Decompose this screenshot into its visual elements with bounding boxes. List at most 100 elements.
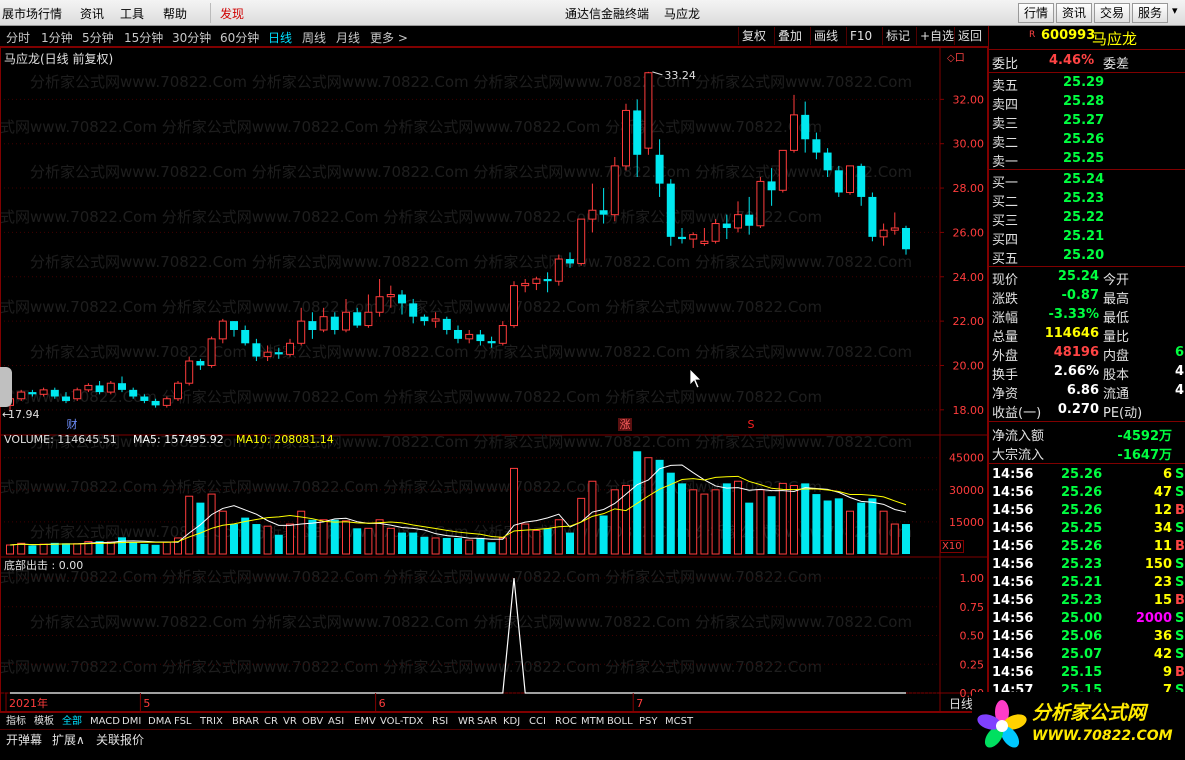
top-button-service[interactable]: 服务 xyxy=(1132,3,1169,23)
indicator-tab-指标[interactable]: 指标 xyxy=(4,714,28,729)
indicator-tab-vr[interactable]: VR xyxy=(281,714,299,729)
x10-label: X10 xyxy=(940,540,964,553)
f10-button[interactable]: F10 xyxy=(846,27,875,45)
volume-tick-label: 45000 xyxy=(949,452,984,465)
period-daily[interactable]: 日线 xyxy=(268,29,292,46)
flow-value: -1647万 xyxy=(1117,448,1172,463)
candle-body xyxy=(767,181,776,191)
ask-label: 卖四 xyxy=(992,98,1019,113)
menu-help[interactable]: 帮助 xyxy=(163,5,187,22)
tick-side: S xyxy=(1175,575,1185,590)
candle-body xyxy=(487,341,496,344)
expand-button[interactable]: 扩展∧ xyxy=(52,731,85,748)
watermark-text: 分析家公式网www.70822.Com 分析家公式网www.70822.Com … xyxy=(30,73,912,91)
draw-line-button[interactable]: 画线 xyxy=(810,27,841,45)
period-monthly[interactable]: 月线 xyxy=(336,29,360,46)
candle-body xyxy=(577,218,586,264)
tick-price: 25.26 xyxy=(1061,485,1103,500)
volume-bar xyxy=(151,544,160,554)
tick-price: 25.15 xyxy=(1061,665,1103,680)
volume-bar xyxy=(711,489,720,555)
kline-chart[interactable]: 分析家公式网www.70822.Com 分析家公式网www.70822.Com … xyxy=(0,47,988,712)
top-button-quote[interactable]: 行情 xyxy=(1018,3,1055,23)
tick-price: 25.07 xyxy=(1061,647,1103,662)
indicator-tab-vol-tdx[interactable]: VOL-TDX xyxy=(378,714,425,729)
indicator-tab-cr[interactable]: CR xyxy=(262,714,280,729)
candle-body xyxy=(454,329,462,339)
period-more[interactable]: 更多 > xyxy=(370,29,408,46)
volume-bar xyxy=(722,483,731,554)
indicator-tab-boll[interactable]: BOLL xyxy=(605,714,635,729)
related-quote-button[interactable]: 关联报价 xyxy=(96,731,144,748)
watermark-text: 分析家公式网www.70822.Com 分析家公式网www.70822.Com … xyxy=(30,253,912,271)
tick-time: 14:56 xyxy=(992,647,1034,662)
period-60min[interactable]: 60分钟 xyxy=(220,29,259,46)
period-5min[interactable]: 5分钟 xyxy=(82,29,114,46)
volume-bar xyxy=(420,536,429,554)
period-30min[interactable]: 30分钟 xyxy=(172,29,211,46)
indicator-tab-fsl[interactable]: FSL xyxy=(172,714,194,729)
back-button[interactable]: 返回 xyxy=(954,27,985,45)
indicator-tab-dma[interactable]: DMA xyxy=(146,714,173,729)
menu-market[interactable]: 展市场行情 xyxy=(2,5,62,22)
menu-news[interactable]: 资讯 xyxy=(80,5,104,22)
indicator-tab-sar[interactable]: SAR xyxy=(475,714,499,729)
indicator-tab-mcst[interactable]: MCST xyxy=(663,714,695,729)
indicator-tab-obv[interactable]: OBV xyxy=(300,714,325,729)
candle-body xyxy=(566,259,574,264)
indicator-tab-dmi[interactable]: DMI xyxy=(120,714,143,729)
period-toolbar: 分时 1分钟 5分钟 15分钟 30分钟 60分钟 日线 周线 月线 更多 > … xyxy=(0,26,988,47)
candle-body xyxy=(689,234,698,240)
indicator-tab-macd[interactable]: MACD xyxy=(88,714,122,729)
indicator-tab-trix[interactable]: TRIX xyxy=(198,714,225,729)
indicator-tab-全部[interactable]: 全部 xyxy=(60,714,84,729)
indicator-tab-brar[interactable]: BRAR xyxy=(230,714,261,729)
period-weekly[interactable]: 周线 xyxy=(302,29,326,46)
danmu-button[interactable]: 开弹幕 xyxy=(6,731,42,748)
indicator-tab-asi[interactable]: ASI xyxy=(326,714,346,729)
tick-time: 14:56 xyxy=(992,593,1034,608)
top-button-trade[interactable]: 交易 xyxy=(1094,3,1131,23)
tick-price: 25.15 xyxy=(1061,683,1103,692)
bid-row: 买一 25.24 xyxy=(989,172,1185,191)
tick-side: S xyxy=(1175,647,1185,662)
volume-bar xyxy=(73,543,82,555)
ask-label: 卖五 xyxy=(992,79,1019,94)
mark-button[interactable]: 标记 xyxy=(882,27,913,45)
indicator-tab-rsi[interactable]: RSI xyxy=(430,714,450,729)
volume-bar xyxy=(487,542,496,554)
period-intraday[interactable]: 分时 xyxy=(6,29,30,46)
indicator-tab-roc[interactable]: ROC xyxy=(553,714,579,729)
indicator-tab-mtm[interactable]: MTM xyxy=(579,714,606,729)
corner-icon[interactable]: ◇口 xyxy=(947,49,965,64)
menu-discover[interactable]: 发现 xyxy=(220,5,244,22)
overlay-button[interactable]: 叠加 xyxy=(774,27,805,45)
indicator-tab-kdj[interactable]: KDJ xyxy=(501,714,522,729)
tick-row: 14:56 25.00 2000 S xyxy=(989,611,1185,630)
tick-volume: 34 xyxy=(1153,521,1172,536)
volume-bar xyxy=(342,520,350,555)
indicator-tab-模板[interactable]: 模板 xyxy=(32,714,56,729)
indicator-tab-cci[interactable]: CCI xyxy=(527,714,548,729)
bid-label: 买五 xyxy=(992,252,1019,267)
add-watchlist-button[interactable]: +自选 xyxy=(916,27,957,45)
collapse-handle[interactable] xyxy=(0,367,12,407)
top-button-news[interactable]: 资讯 xyxy=(1056,3,1093,23)
candle-body xyxy=(151,400,160,406)
stat-label-2: 股本 xyxy=(1103,368,1130,383)
period-1min[interactable]: 1分钟 xyxy=(41,29,73,46)
tick-time: 14:56 xyxy=(992,503,1034,518)
adjust-button[interactable]: 复权 xyxy=(738,27,769,45)
indicator-tab-wr[interactable]: WR xyxy=(456,714,477,729)
kline-chart-panel[interactable]: 分析家公式网www.70822.Com 分析家公式网www.70822.Com … xyxy=(0,47,988,712)
volume-bar xyxy=(823,500,832,554)
webi-value: 4.46% xyxy=(1049,53,1095,68)
volume-bar xyxy=(599,515,608,554)
menu-tools[interactable]: 工具 xyxy=(120,5,144,22)
indicator-tab-psy[interactable]: PSY xyxy=(637,714,660,729)
stat-label-2: 最高 xyxy=(1103,292,1130,307)
tick-row: 14:56 25.26 12 B xyxy=(989,503,1185,522)
period-15min[interactable]: 15分钟 xyxy=(124,29,163,46)
chevron-down-icon[interactable]: ▾ xyxy=(1172,4,1178,17)
indicator-tab-emv[interactable]: EMV xyxy=(352,714,378,729)
